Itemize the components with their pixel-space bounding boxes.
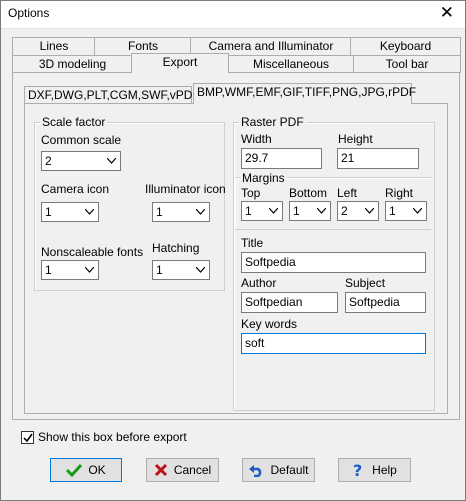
cancel-button[interactable]: Cancel [146,458,219,482]
margin-bottom-select[interactable]: 1 [289,201,331,221]
camera-icon-label: Camera icon [41,182,110,196]
subtab-raster[interactable]: BMP,WMF,EMF,GIF,TIFF,PNG,JPG,rPDF [193,83,416,104]
tab-lines[interactable]: Lines [12,37,96,55]
tab-miscellaneous[interactable]: Miscellaneous [227,55,355,73]
height-label: Height [338,132,373,146]
margin-top-select[interactable]: 1 [241,201,283,221]
window-title: Options [8,6,50,20]
chevron-down-icon [103,152,120,170]
key-words-input[interactable]: soft [241,333,426,354]
height-input[interactable]: 21 [337,148,419,169]
nonscaleable-fonts-value: 1 [45,263,52,277]
chevron-down-icon [192,261,209,279]
check-icon [66,463,83,477]
show-box-checkbox[interactable] [21,431,34,444]
camera-icon-select[interactable]: 1 [41,202,99,222]
cancel-label: Cancel [173,463,212,477]
check-icon [22,433,33,442]
close-icon[interactable]: ✕ [440,3,454,23]
ok-button[interactable]: OK [50,458,122,482]
author-label: Author [241,276,277,290]
title-input[interactable]: Softpedia [241,252,426,273]
tab-export[interactable]: Export [131,53,229,73]
author-input[interactable]: Softpedian [241,292,338,313]
common-scale-select[interactable]: 2 [41,151,121,171]
tab-3d-modeling[interactable]: 3D modeling [12,55,133,73]
undo-arrow-icon [248,463,264,477]
margin-bottom-label: Bottom [289,186,328,200]
margin-top-label: Top [241,186,261,200]
tab-keyboard[interactable]: Keyboard [350,37,461,55]
ok-label: OK [88,463,106,477]
hatching-select[interactable]: 1 [152,260,210,280]
margin-bottom-value: 1 [293,204,300,218]
margin-right-label: Right [385,186,414,200]
scale-factor-legend: Scale factor [40,115,108,129]
chevron-down-icon [409,202,426,220]
illuminator-icon-select[interactable]: 1 [152,202,210,222]
illuminator-icon-label: Illuminator icon [145,182,226,196]
margin-left-select[interactable]: 2 [337,201,379,221]
margin-right-value: 1 [389,204,396,218]
chevron-down-icon [361,202,378,220]
margin-top-value: 1 [245,204,252,218]
camera-icon-value: 1 [45,205,52,219]
hatching-label: Hatching [152,241,200,255]
default-button[interactable]: Default [242,458,315,482]
title-bar [0,0,466,29]
common-scale-value: 2 [45,154,52,168]
title-label: Title [241,236,264,250]
hatching-value: 1 [156,263,163,277]
subject-input[interactable]: Softpedia [345,292,426,313]
tab-tool-bar[interactable]: Tool bar [353,55,461,73]
help-button[interactable]: ? Help [338,458,411,482]
margin-left-label: Left [337,186,358,200]
subtab-vector[interactable]: DXF,DWG,PLT,CGM,SWF,vPDF [24,86,200,104]
width-input[interactable]: 29.7 [241,148,322,169]
common-scale-label: Common scale [41,133,122,147]
chevron-down-icon [313,202,330,220]
cancel-x-icon [154,463,168,477]
show-box-label: Show this box before export [38,430,187,444]
raster-pdf-legend: Raster PDF [239,115,306,129]
margins-legend: Margins [240,171,287,185]
chevron-down-icon [192,203,209,221]
default-label: Default [270,463,309,477]
chevron-down-icon [265,202,282,220]
help-label: Help [372,463,397,477]
width-label: Width [241,132,272,146]
help-icon: ? [352,462,366,478]
nonscaleable-fonts-label: Nonscaleable fonts [41,245,144,259]
margin-right-select[interactable]: 1 [385,201,427,221]
key-words-label: Key words [241,317,298,331]
subject-label: Subject [345,276,386,290]
nonscaleable-fonts-select[interactable]: 1 [41,260,99,280]
svg-text:?: ? [353,462,362,478]
chevron-down-icon [81,203,98,221]
illuminator-icon-value: 1 [156,205,163,219]
chevron-down-icon [81,261,98,279]
margin-left-value: 2 [341,204,348,218]
